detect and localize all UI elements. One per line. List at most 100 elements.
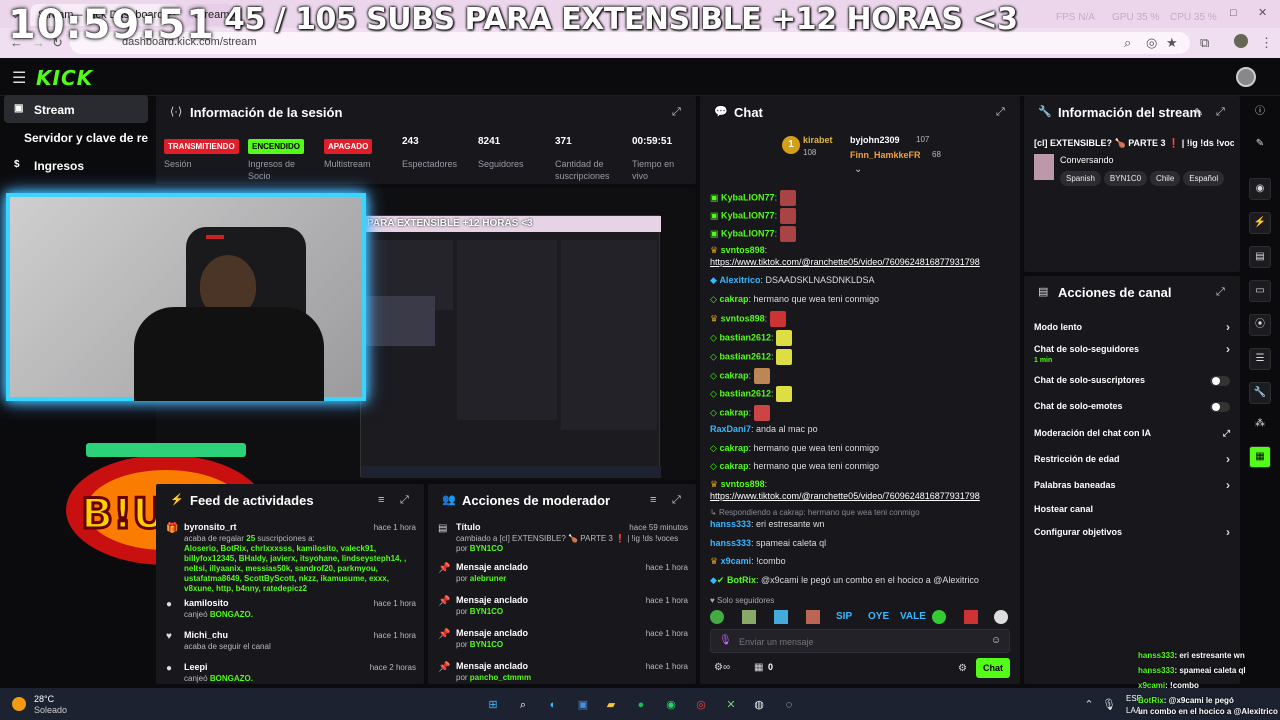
emote-icon[interactable] [806,610,820,624]
weather-sun-icon[interactable] [12,697,26,711]
bolt-rail-icon[interactable]: ⚡ [1249,212,1271,234]
chat-username[interactable]: cakrap [719,461,748,471]
emote-icon[interactable] [994,610,1008,624]
edge-icon[interactable]: ◐ [544,696,562,714]
settings-share-icon[interactable]: ⚙∞ [714,662,730,673]
add-widget-icon[interactable]: ▦ [1249,446,1271,468]
hamburger-menu-icon[interactable]: ☰ [12,68,26,88]
filter-icon[interactable]: ≡ [378,494,384,506]
chat-username[interactable]: BotRix [727,575,756,585]
tray-chevron-up-icon[interactable]: ⌃ [1080,696,1098,714]
star-icon[interactable]: ★ [1166,35,1178,51]
chat-username[interactable]: RaxDani7 [710,424,751,434]
chat-settings-icon[interactable]: ⚙ [958,663,967,674]
channel-action-followers-only[interactable]: Chat de solo-seguidores 1 min › [1034,342,1230,366]
channel-action-age-restriction[interactable]: Restricción de edad › [1034,452,1230,468]
sidebar-item-server-key[interactable]: Servidor y clave de retransmisión [4,123,148,151]
camera-icon[interactable]: ◉ [1249,178,1271,200]
chat-username[interactable]: bastian2612 [719,351,771,361]
popout-icon[interactable]: ⤢ [400,494,409,507]
popout-icon[interactable]: ⤢ [1216,286,1225,299]
chat-username[interactable]: cakrap [719,370,748,380]
popout-icon[interactable]: ⤢ [672,494,681,507]
folder-icon[interactable]: ▰ [602,696,620,714]
chat-input-box[interactable]: 🎙 ☺ [710,629,1010,653]
activity-user[interactable]: Michi_chu [184,630,228,641]
document-icon[interactable]: ▤ [1249,246,1271,268]
obs-icon[interactable]: ◍ [750,696,768,714]
mic-tray-icon[interactable]: 🎙 [1100,696,1118,714]
spotify-icon[interactable]: ● [632,696,650,714]
emote-vale[interactable]: VALE [900,611,926,622]
chat-username[interactable]: x9cami [721,556,752,566]
emote-icon[interactable] [964,610,978,624]
broadcast-icon[interactable]: ⦿ [1249,314,1271,336]
zoom-icon[interactable]: ⌕ [1124,35,1131,51]
chat-username[interactable]: svntos898 [721,313,765,323]
windows-start-icon[interactable]: ⊞ [484,696,502,714]
emote-icon[interactable] [932,610,946,624]
activity-user[interactable]: Leepi [184,662,208,673]
chat-username[interactable]: cakrap [719,443,748,453]
emote-sip[interactable]: SIP [836,611,852,622]
filter-icon[interactable]: ≡ [650,494,656,506]
points-icon[interactable]: ▦ [754,662,763,673]
store-icon[interactable]: ▣ [574,696,592,714]
mic-icon[interactable]: 🎙 [719,635,732,646]
xbox-icon[interactable]: ✕ [722,696,740,714]
mod-user[interactable]: pancho_ctmmm [470,673,531,682]
channel-action-goals[interactable]: Configurar objetivos › [1034,525,1230,541]
emote-icon[interactable] [774,610,788,624]
close-window-icon[interactable]: ✕ [1258,6,1267,19]
activity-user[interactable]: byronsito_rt [184,522,237,533]
chat-username[interactable]: svntos898 [721,479,765,489]
info-icon[interactable]: ⓘ [1249,102,1271,124]
chat-username[interactable]: KybaLION77 [721,192,775,202]
chrome-icon[interactable]: ◎ [692,696,710,714]
top-gifter-name[interactable]: Finn_HamkkeFR [850,150,921,160]
app-icon[interactable]: ◌ [780,696,798,714]
mod-user[interactable]: alebruner [470,574,506,583]
emoji-icon[interactable]: ☺ [991,635,1001,646]
kick-logo[interactable]: KICK [36,66,93,90]
emotes-only-toggle[interactable] [1210,402,1230,412]
stream-preview-video[interactable]: PARA EXTENSIBLE +12 HORAS <3 [360,215,661,478]
channel-action-slow-mode[interactable]: Modo lento › [1034,320,1230,336]
chat-rail-icon[interactable]: ▭ [1249,280,1271,302]
top-gifter-name[interactable]: byjohn2309 [850,135,900,145]
channel-action-subs-only[interactable]: Chat de solo-suscriptores [1034,375,1230,389]
chat-username[interactable]: Alexitrico [719,275,760,285]
profile-icon[interactable] [1234,34,1248,48]
popout-icon[interactable]: ⤢ [1216,106,1225,119]
mod-user[interactable]: BYN1CO [470,640,503,649]
sidebar-item-income[interactable]: $ Ingresos [4,151,148,179]
channel-action-ai-moderation[interactable]: Moderación del chat con IA ⤢ [1034,428,1230,442]
tools-icon[interactable]: 🔧 [1249,382,1271,404]
chevron-down-icon[interactable]: ⌄ [854,164,862,175]
search-icon[interactable]: ⌕ [514,696,532,714]
chat-input[interactable] [739,634,979,650]
top-gifter-name[interactable]: kirabet [803,135,833,145]
activity-user[interactable]: kamilosito [184,598,229,609]
chat-link[interactable]: https://www.tiktok.com/@ranchette05/vide… [710,256,1020,268]
menu-dots-icon[interactable]: ⋮ [1260,35,1273,51]
chat-username[interactable]: KybaLION77 [721,228,775,238]
popout-icon[interactable]: ⤢ [996,106,1005,119]
extensions-icon[interactable]: ⧉ [1200,35,1209,51]
category-name[interactable]: Conversando [1060,155,1114,165]
edit-icon[interactable]: ✎ [1249,134,1271,156]
chat-username[interactable]: cakrap [719,294,748,304]
emote-icon[interactable] [710,610,724,624]
mod-user[interactable]: BYN1CO [470,544,503,553]
chat-username[interactable]: bastian2612 [719,388,771,398]
chat-username[interactable]: KybaLION77 [721,210,775,220]
chat-username[interactable]: hanss333 [710,519,751,529]
chat-username[interactable]: svntos898 [721,245,765,255]
apps-icon[interactable]: ⁂ [1249,414,1271,436]
user-avatar[interactable] [1236,67,1256,87]
channel-action-banned-words[interactable]: Palabras baneadas › [1034,478,1230,494]
channel-action-host[interactable]: Hostear canal [1034,504,1230,518]
edit-pencil-icon[interactable]: ✎ [1194,106,1203,119]
subs-only-toggle[interactable] [1210,376,1230,386]
emote-icon[interactable] [742,610,756,624]
